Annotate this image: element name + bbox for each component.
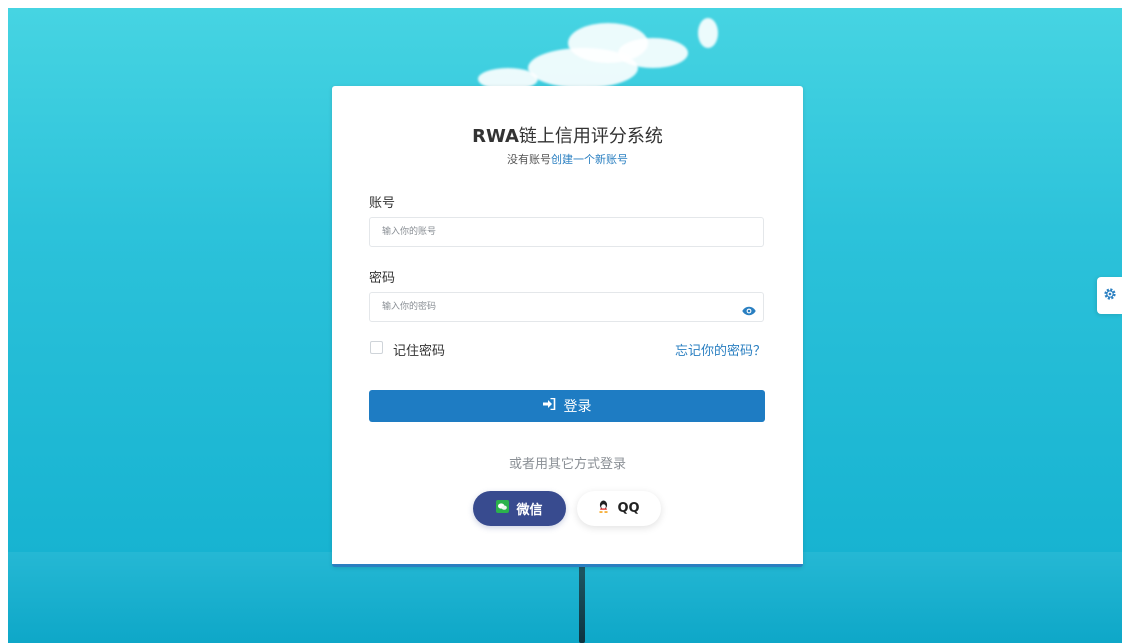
remember-checkbox[interactable] xyxy=(370,341,383,354)
alt-login-prompt: 或者用其它方式登录 xyxy=(508,457,626,472)
cloud xyxy=(618,38,688,68)
qq-login-button[interactable]: QQ xyxy=(577,491,661,526)
login-button[interactable]: 登录 xyxy=(369,390,765,422)
login-card: RWA链上信用评分系统 没有账号创建一个新账号 账号 密码 记住密码 忘记你的密… xyxy=(332,86,803,567)
password-label: 密码 xyxy=(369,271,396,286)
eye-icon[interactable] xyxy=(742,304,756,318)
account-input[interactable] xyxy=(369,217,764,247)
no-account-text: 没有账号 xyxy=(507,153,551,166)
wechat-label: 微信 xyxy=(516,503,543,518)
qq-label: QQ xyxy=(617,501,640,516)
forgot-password-link[interactable]: 忘记你的密码？ xyxy=(675,340,766,359)
wechat-icon xyxy=(496,500,510,517)
page-title: RWA链上信用评分系统 xyxy=(332,122,803,148)
settings-tab[interactable] xyxy=(1097,277,1122,314)
remember-label: 记住密码 xyxy=(393,344,446,359)
cloud xyxy=(698,18,718,48)
gear-icon xyxy=(1103,286,1117,305)
tree-trunk xyxy=(579,563,585,643)
create-account-link[interactable]: 创建一个新账号 xyxy=(551,153,628,166)
title-brand: RWA xyxy=(472,126,519,147)
account-label: 账号 xyxy=(369,196,396,211)
signup-prompt: 没有账号创建一个新账号 xyxy=(332,151,803,167)
qq-icon xyxy=(598,500,609,517)
sign-in-icon xyxy=(542,397,556,414)
login-button-label: 登录 xyxy=(563,399,592,415)
title-text: 链上信用评分系统 xyxy=(518,126,663,147)
password-input[interactable] xyxy=(369,292,764,322)
wechat-login-button[interactable]: 微信 xyxy=(473,491,566,526)
